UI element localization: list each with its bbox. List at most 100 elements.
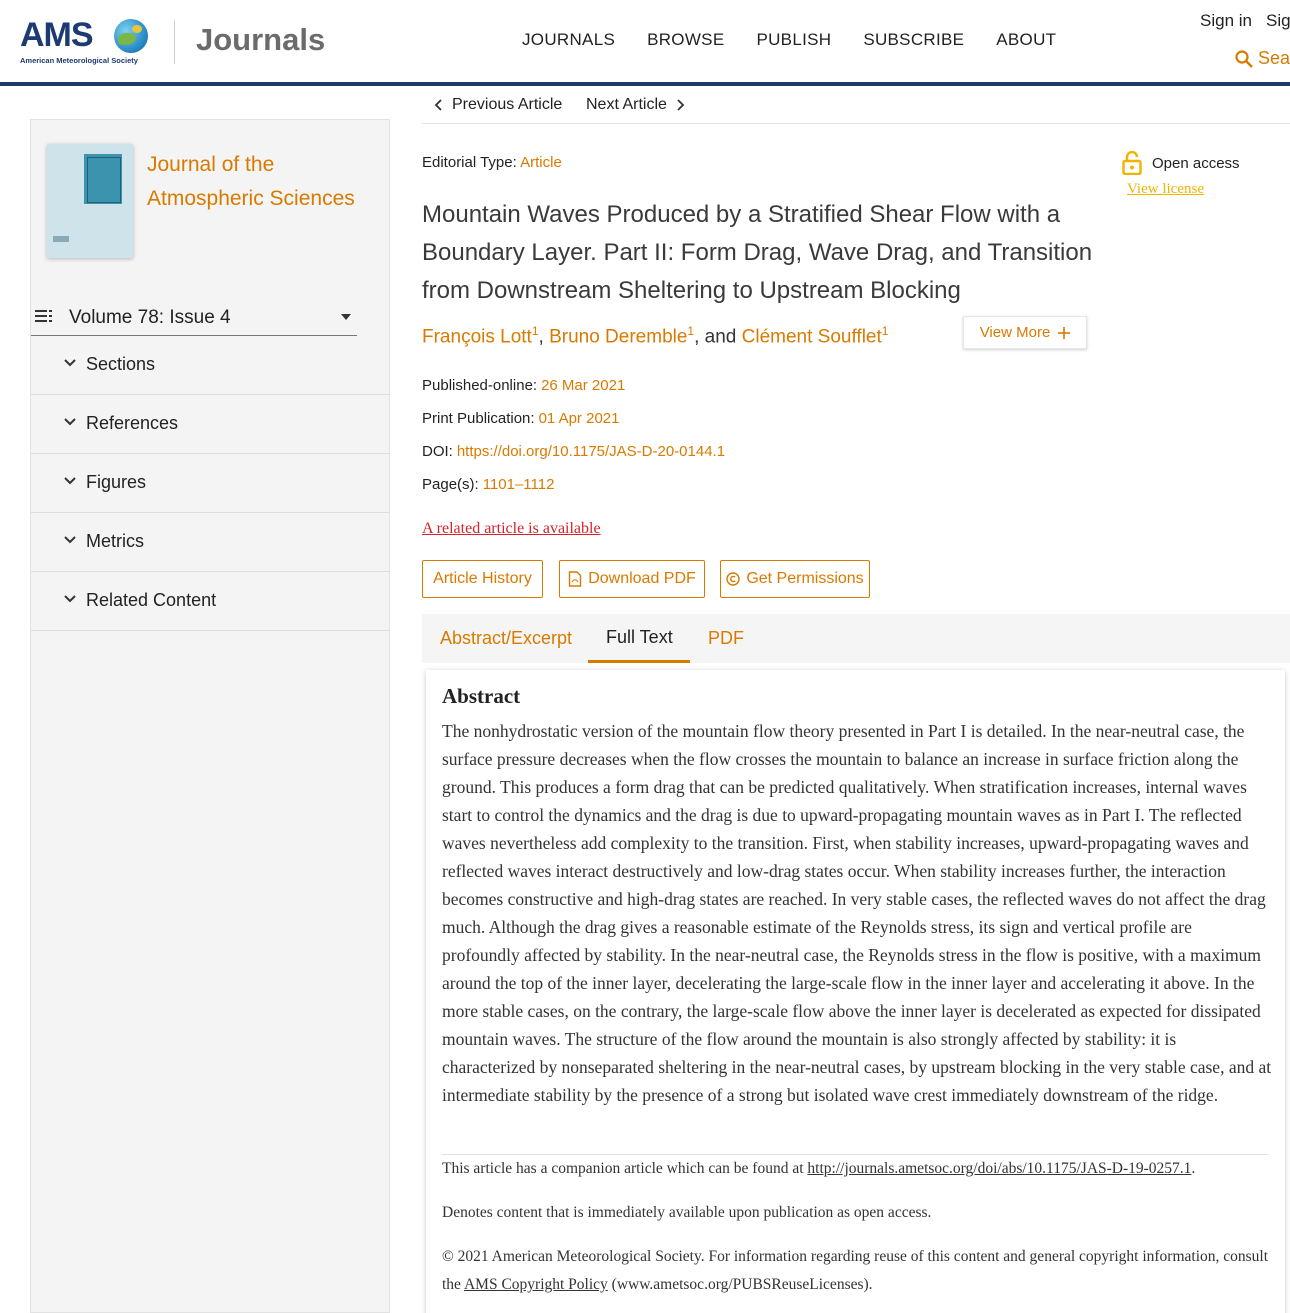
tab-full-text[interactable]: Full Text [606,627,673,648]
sidebar-item-label: References [86,413,179,433]
author-separator: , and [694,326,737,348]
chevron-right-icon [677,99,685,111]
sign-in-link[interactable]: Sign in [1200,11,1252,30]
next-article-label: Next Article [586,96,667,113]
tab-pdf[interactable]: PDF [708,628,744,649]
journal-cover-image[interactable] [47,144,133,258]
author-affiliation: 1 [881,324,889,338]
get-permissions-button[interactable]: Get Permissions [720,560,870,598]
cover-footer [53,236,69,242]
logo-text: AMS [20,16,94,54]
copyright-icon [726,572,741,586]
article-tabs: Abstract/Excerpt Full Text PDF [422,614,1290,663]
published-online-label: Published-online: [422,377,538,394]
companion-suffix: . [1191,1160,1196,1177]
doi-label: DOI: [422,443,453,460]
sidebar-sections: Sections References Figures Metrics Rela… [31,336,389,631]
sidebar-item-related-content[interactable]: Related Content [31,572,389,631]
sidebar: Journal of the Atmospheric Sciences Volu… [30,119,390,1313]
sidebar-item-label: Related Content [86,590,217,610]
related-article-link[interactable]: A related article is available [422,520,601,538]
account-links: Sign in Sig [1200,11,1290,31]
caret-down-icon [341,314,351,320]
editorial-type-value[interactable]: Article [520,154,562,171]
article-navigation: Previous Article Next Article [422,86,1290,124]
doi-row: DOI: https://doi.org/10.1175/JAS-D-20-014… [422,443,725,460]
ams-logo[interactable]: AMS American Meteorological Society [20,16,152,68]
journals-wordmark[interactable]: Journals [196,22,325,58]
copyright-url: (www.ametsoc.org/PUBSReuseLicenses) [611,1276,869,1293]
author-link[interactable]: Clément Soufflet [742,326,882,347]
logo-subtitle: American Meteorological Society [20,56,138,65]
issue-selector[interactable]: Volume 78: Issue 4 [31,302,357,336]
editorial-type: Editorial Type: Article [422,154,562,171]
article-history-button[interactable]: Article History [422,560,543,598]
companion-article-link[interactable]: http://journals.ametsoc.org/doi/abs/10.1… [807,1160,1191,1177]
pages-label: Page(s): [422,476,479,493]
nav-browse[interactable]: BROWSE [647,30,724,50]
abstract-heading: Abstract [442,684,521,708]
sidebar-item-metrics[interactable]: Metrics [31,513,389,572]
next-article-link[interactable]: Next Article [586,96,685,114]
published-online-row: Published-online: 26 Mar 2021 [422,377,625,394]
copyright-policy-link[interactable]: AMS Copyright Policy [464,1276,608,1293]
nav-subscribe[interactable]: SUBSCRIBE [863,30,964,50]
tab-abstract-excerpt[interactable]: Abstract/Excerpt [440,628,572,649]
chevron-down-icon [64,477,76,485]
nav-publish[interactable]: PUBLISH [756,30,831,50]
copyright-note: © 2021 American Meteorological Society. … [442,1243,1272,1299]
chevron-left-icon [434,99,442,111]
author-affiliation: 1 [531,324,539,338]
sidebar-item-sections[interactable]: Sections [31,336,389,395]
print-publication-row: Print Publication: 01 Apr 2021 [422,410,619,427]
plus-icon [1058,326,1071,339]
journal-title-link[interactable]: Journal of the Atmospheric Sciences [147,148,377,216]
list-icon [35,310,52,322]
article-title: Mountain Waves Produced by a Stratified … [422,201,1093,304]
open-access-label: Open access [1152,154,1240,172]
view-license-link[interactable]: View license [1127,181,1204,198]
open-access-badge: Open access [1122,151,1240,175]
author-list: François Lott1, Bruno Deremble1, and Clé… [422,324,888,348]
author-separator: , [538,326,544,348]
author-link[interactable]: François Lott [422,326,532,347]
abstract-card: Abstract The nonhydrostatic version of t… [426,670,1285,1313]
issue-label: Volume 78: Issue 4 [69,307,231,328]
sidebar-item-references[interactable]: References [31,395,389,454]
sidebar-item-label: Sections [86,354,156,374]
open-lock-icon [1122,151,1142,175]
sidebar-item-figures[interactable]: Figures [31,454,389,513]
download-pdf-label: Download PDF [588,570,696,587]
author-link[interactable]: Bruno Deremble [549,326,687,347]
doi-link[interactable]: https://doi.org/10.1175/JAS-D-20-0144.1 [457,443,725,460]
published-online-date: 26 Mar 2021 [541,377,626,394]
chevron-down-icon [64,418,76,426]
chevron-down-icon [64,595,76,603]
nav-journals[interactable]: JOURNALS [522,30,615,50]
search-button[interactable]: Sea [1234,48,1290,69]
get-permissions-label: Get Permissions [746,570,864,587]
sidebar-item-label: Metrics [86,531,144,551]
download-pdf-button[interactable]: Download PDF [559,560,705,598]
abstract-text: The nonhydrostatic version of the mounta… [442,721,1272,1105]
previous-article-link[interactable]: Previous Article [434,96,562,114]
logo-divider [174,20,175,64]
print-publication-label: Print Publication: [422,410,535,427]
sign-up-link[interactable]: Sig [1266,11,1290,30]
main-nav: JOURNALS BROWSE PUBLISH SUBSCRIBE ABOUT [522,30,1056,50]
previous-article-label: Previous Article [452,96,563,113]
chevron-down-icon [64,359,76,367]
globe-icon [114,19,148,53]
view-more-authors-button[interactable]: View More [963,316,1087,349]
view-more-label: View More [979,324,1051,341]
companion-prefix: This article has a companion article whi… [442,1160,804,1177]
search-label: Sea [1258,48,1290,68]
open-access-note: Denotes content that is immediately avai… [442,1204,932,1221]
pdf-file-icon [568,571,582,587]
nav-about[interactable]: ABOUT [996,30,1056,50]
print-publication-date: 01 Apr 2021 [538,410,620,427]
site-header: AMS American Meteorological Society Jour… [0,0,1290,86]
pages-value: 1101–1112 [482,476,555,493]
copyright-suffix: . [868,1276,873,1293]
chevron-down-icon [64,536,76,544]
